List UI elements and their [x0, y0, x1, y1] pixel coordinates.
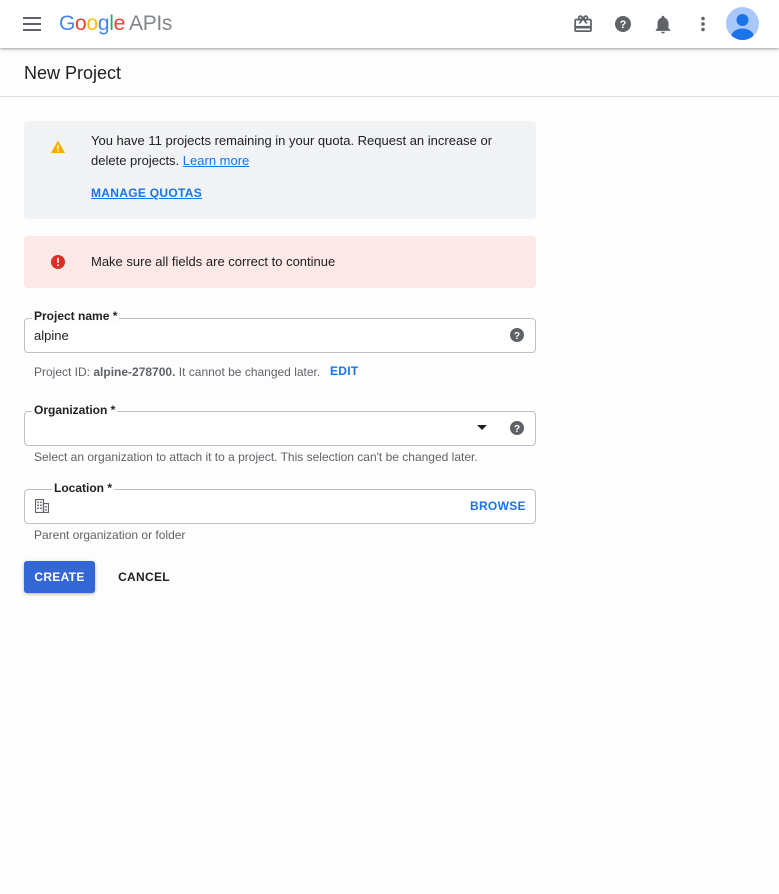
error-notice: Make sure all fields are correct to cont… [24, 236, 536, 288]
logo-letter: e [113, 12, 126, 35]
create-button[interactable]: CREATE [24, 561, 95, 593]
learn-more-link[interactable]: Learn more [183, 153, 249, 168]
edit-project-id-button[interactable]: EDIT [330, 364, 359, 378]
dropdown-arrow-icon[interactable] [477, 425, 487, 430]
quota-notice: You have 11 projects remaining in your q… [24, 121, 536, 219]
logo-letter: o [75, 12, 87, 35]
account-avatar[interactable] [726, 7, 759, 40]
project-id-hint: Project ID: alpine-278700. It cannot be … [34, 364, 320, 380]
error-icon [51, 255, 65, 269]
quota-message: You have 11 projects remaining in your q… [91, 133, 493, 168]
svg-text:?: ? [514, 424, 520, 435]
manage-quotas-link[interactable]: MANAGE QUOTAS [91, 186, 202, 200]
logo-product-name: APIs [128, 12, 173, 35]
building-icon [35, 499, 49, 513]
cancel-button[interactable]: CANCEL [112, 561, 176, 593]
logo-letter: g [97, 12, 110, 35]
location-hint: Parent organization or folder [34, 528, 186, 542]
organization-hint: Select an organization to attach it to a… [34, 450, 478, 464]
logo-letter: o [86, 12, 98, 35]
svg-text:?: ? [620, 19, 627, 31]
google-apis-logo[interactable]: Google APIs [59, 10, 172, 38]
organization-label: Organization * [32, 403, 118, 417]
warning-icon [51, 140, 65, 153]
more-vert-icon[interactable] [691, 12, 715, 36]
page-title: New Project [24, 63, 122, 83]
svg-text:?: ? [514, 331, 520, 342]
browse-button[interactable]: BROWSE [470, 499, 526, 513]
gift-icon[interactable] [571, 12, 595, 36]
title-divider [0, 96, 779, 97]
menu-icon[interactable] [20, 14, 44, 34]
top-app-bar: Google APIs ? [0, 0, 779, 48]
project-id-value: alpine-278700. [93, 365, 176, 379]
project-name-label: Project name * [32, 309, 120, 323]
project-id-suffix: It cannot be changed later. [178, 365, 321, 379]
project-name-field[interactable]: alpine ? [24, 318, 536, 353]
location-label: Location * [52, 481, 115, 495]
error-message: Make sure all fields are correct to cont… [91, 254, 336, 269]
help-icon[interactable]: ? [509, 327, 525, 343]
help-icon[interactable]: ? [509, 420, 525, 436]
project-id-prefix: Project ID: [34, 365, 91, 379]
project-name-value[interactable]: alpine [34, 327, 69, 344]
logo-letter: G [59, 12, 76, 35]
help-icon[interactable]: ? [611, 12, 635, 36]
quota-text: You have 11 projects remaining in your q… [91, 131, 511, 171]
notifications-icon[interactable] [651, 12, 675, 36]
